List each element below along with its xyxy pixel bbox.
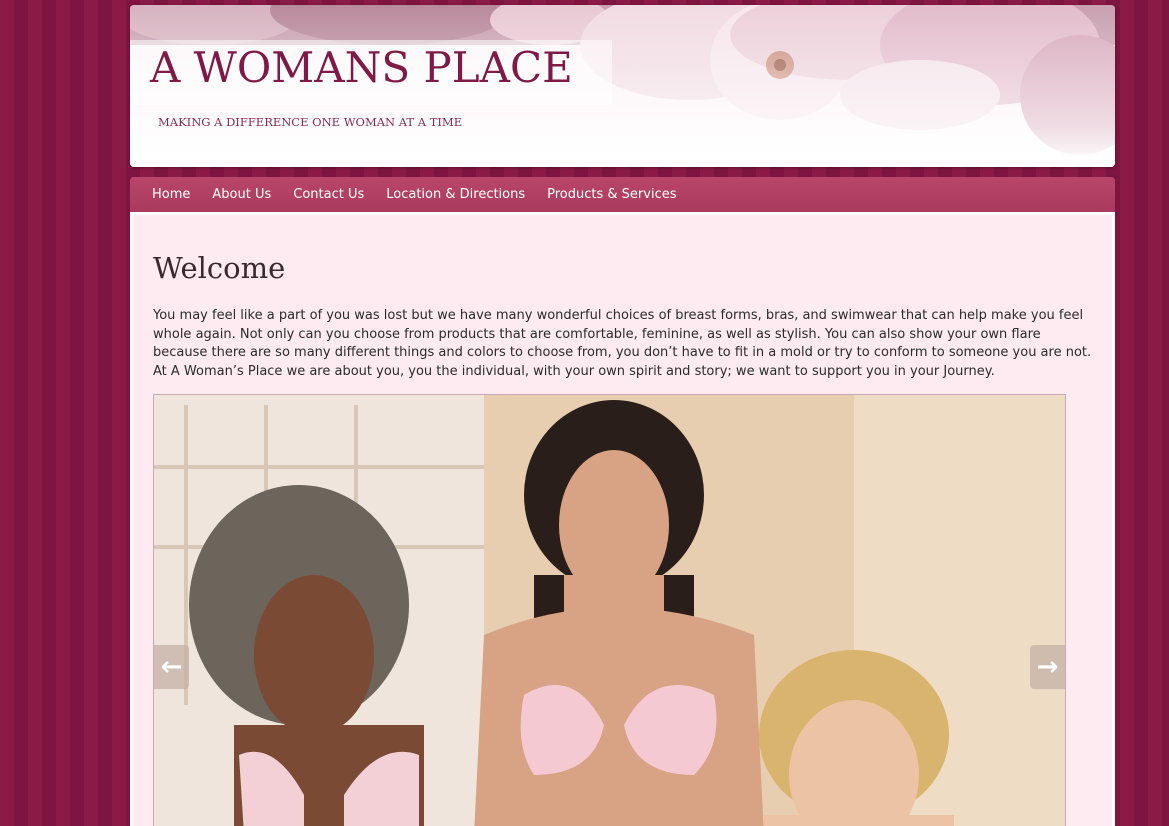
site-title[interactable]: A WOMANS PLACE [150, 43, 573, 92]
nav-products-services[interactable]: Products & Services [536, 187, 687, 202]
nav-location-directions[interactable]: Location & Directions [375, 187, 536, 202]
site-header: A WOMANS PLACE MAKING A DIFFERENCE ONE W… [130, 5, 1115, 167]
intro-paragraph: You may feel like a part of you was lost… [153, 308, 1092, 379]
slider-next-button[interactable]: → [1030, 645, 1065, 689]
arrow-right-icon: → [1036, 652, 1059, 682]
site-tagline: MAKING A DIFFERENCE ONE WOMAN AT A TIME [158, 115, 463, 129]
main-nav: Home About Us Contact Us Location & Dire… [130, 177, 1115, 212]
slide-photo [154, 395, 1065, 826]
nav-contact-us[interactable]: Contact Us [282, 187, 375, 202]
nav-home[interactable]: Home [141, 187, 201, 202]
content-inner: Welcome You may feel like a part of you … [133, 215, 1112, 826]
nav-about-us[interactable]: About Us [201, 187, 282, 202]
arrow-left-icon: ← [160, 652, 183, 682]
slider-prev-button[interactable]: ← [154, 645, 189, 689]
content-area: Welcome You may feel like a part of you … [130, 212, 1115, 826]
image-slider[interactable]: ← → [153, 394, 1066, 826]
page-title: Welcome [153, 251, 286, 285]
